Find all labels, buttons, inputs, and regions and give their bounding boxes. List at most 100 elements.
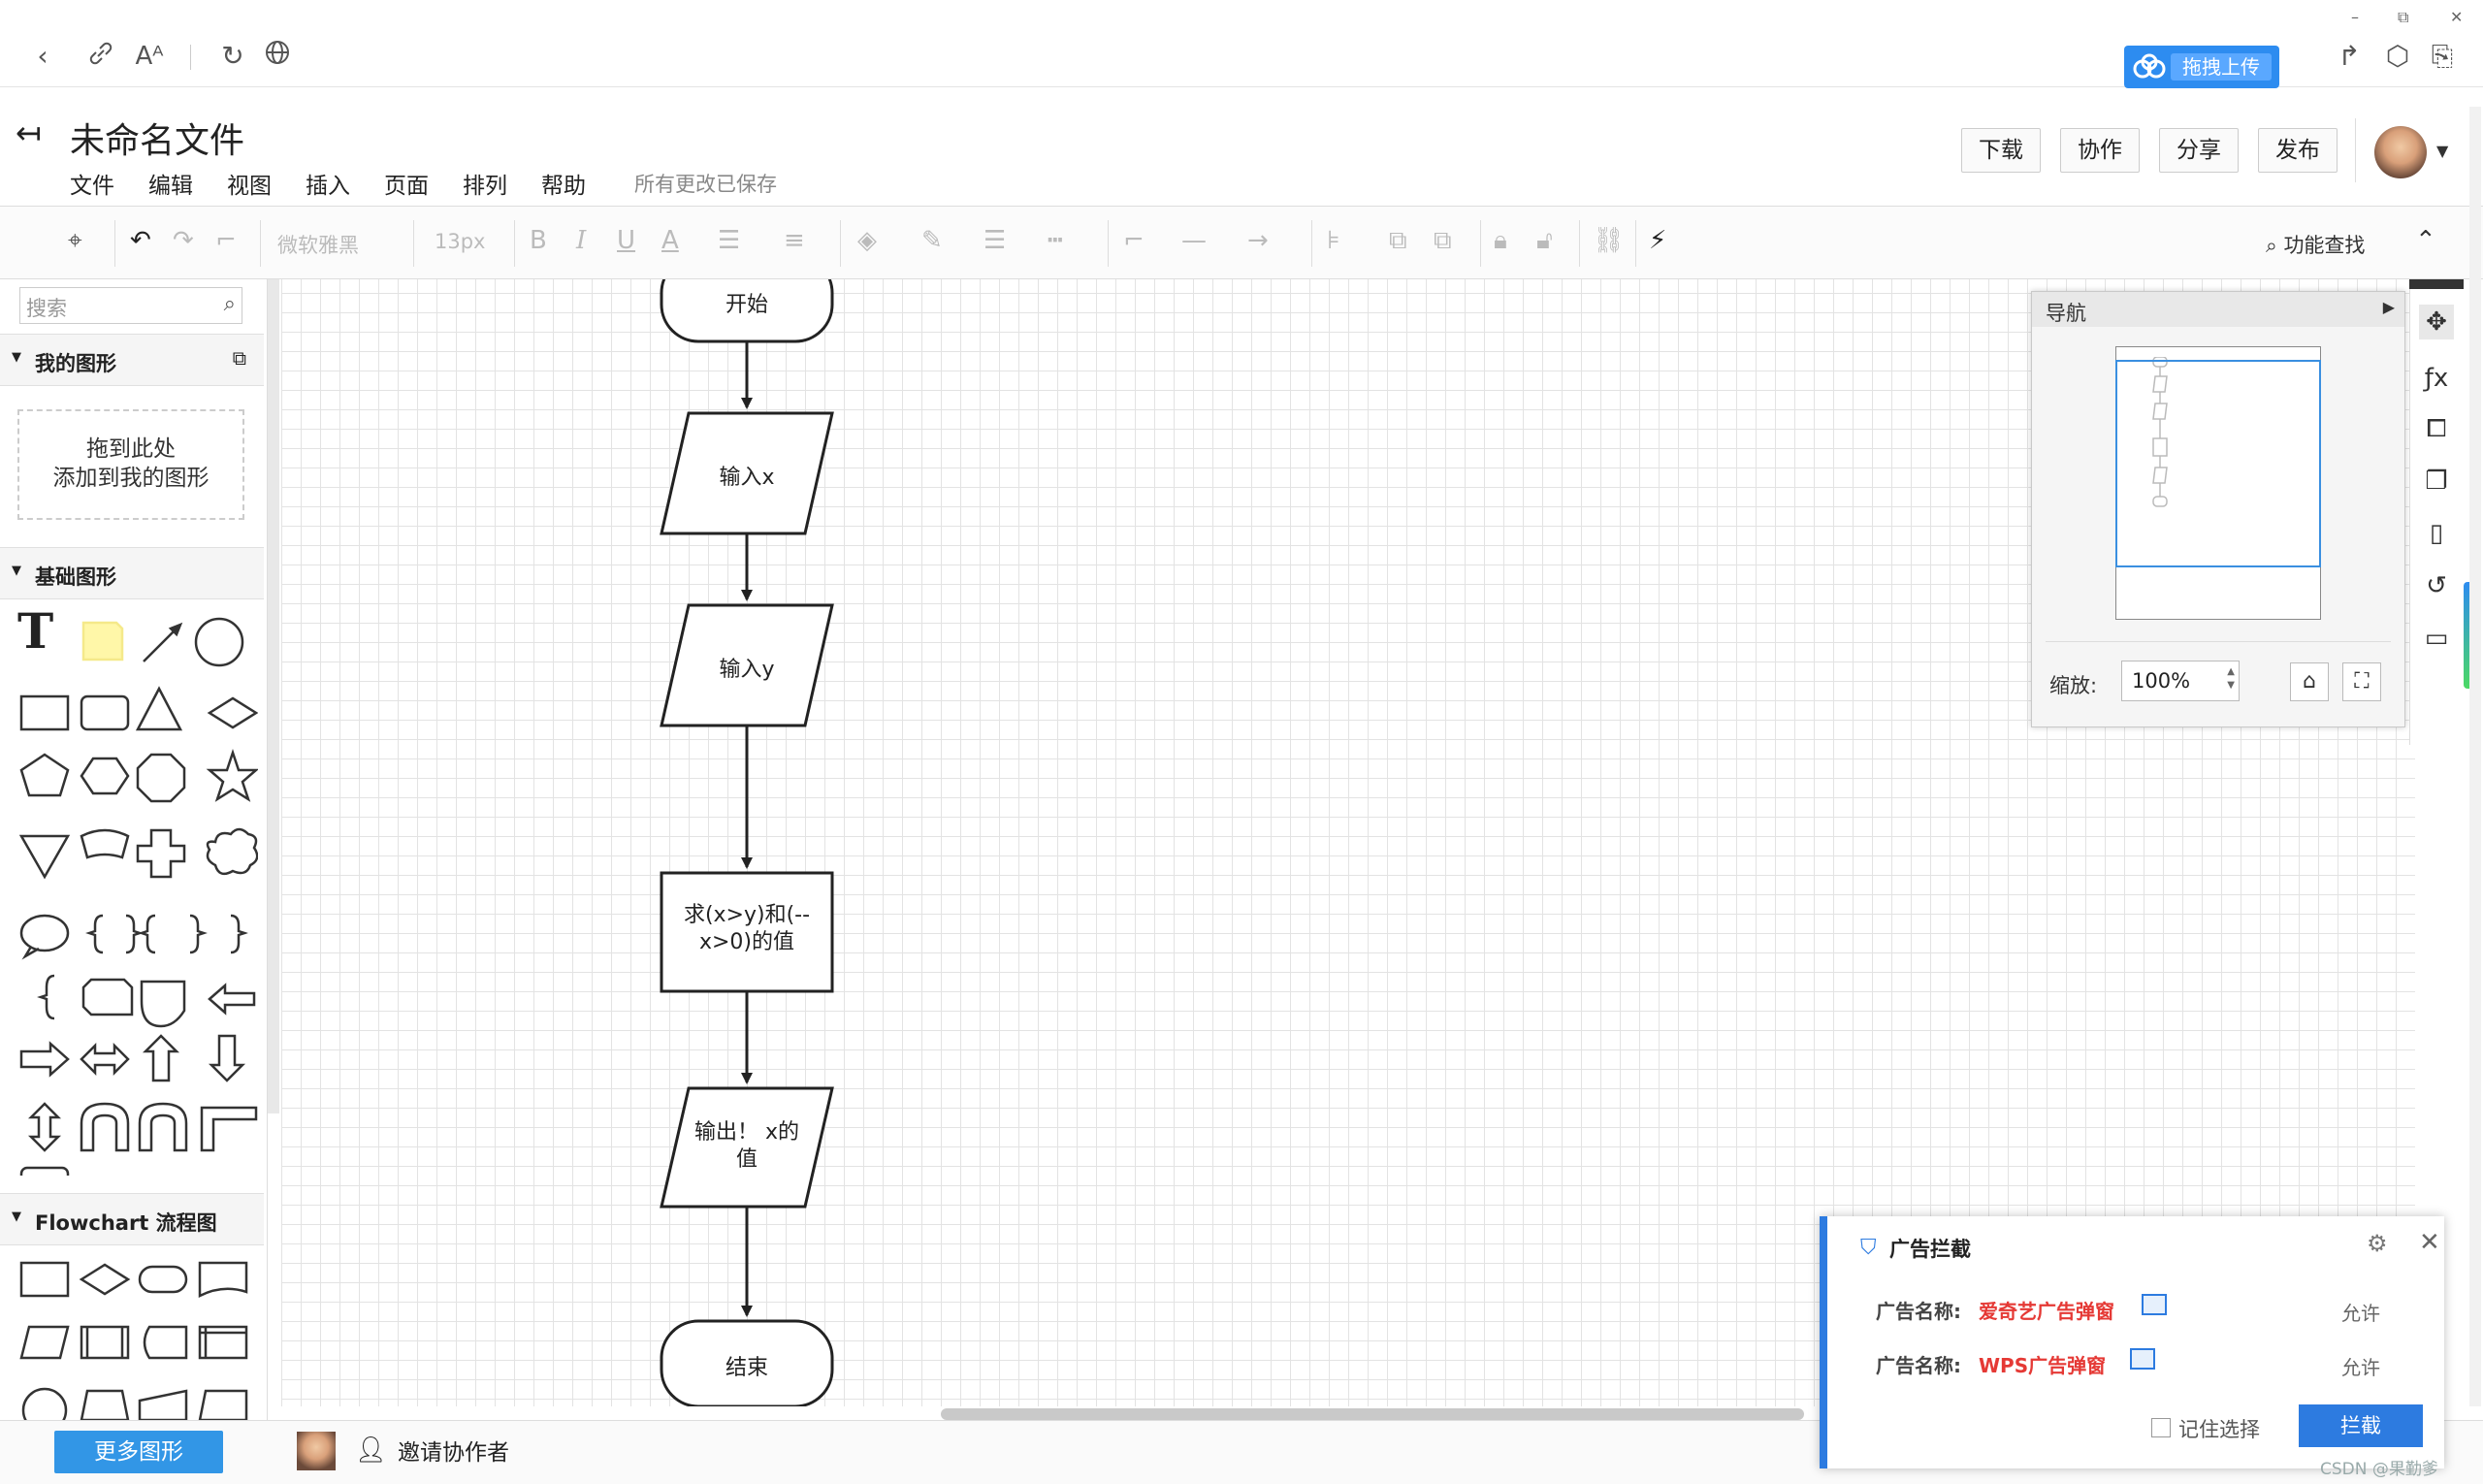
align-icon[interactable]: ☰: [718, 226, 740, 255]
user-avatar[interactable]: [2374, 126, 2427, 178]
my-shapes-dropzone[interactable]: 拖到此处 添加到我的图形: [17, 409, 244, 520]
invite-collaborators-button[interactable]: 邀请协作者: [398, 1434, 509, 1467]
presentation-icon[interactable]: ⌂: [2290, 662, 2329, 701]
page-icon[interactable]: ▯: [2419, 516, 2454, 551]
bring-front-icon[interactable]: ⧉: [1389, 226, 1407, 256]
line-color-icon[interactable]: ✎: [921, 226, 943, 255]
node-input-y-label: 输入y: [719, 658, 775, 682]
menu-view[interactable]: 视图: [227, 167, 272, 200]
collapse-arrow-icon[interactable]: ▶: [2383, 298, 2395, 316]
menu-insert[interactable]: 插入: [306, 167, 350, 200]
comment-icon[interactable]: ▭: [2419, 621, 2454, 656]
font-family-select[interactable]: 微软雅黑: [277, 230, 359, 259]
format-painter-icon[interactable]: ⌐: [215, 226, 237, 255]
fit-screen-icon[interactable]: ⛶: [2342, 662, 2381, 701]
page-vertical-scrollbar[interactable]: [2469, 107, 2481, 1406]
connector-icon[interactable]: ⌐: [1123, 226, 1145, 255]
allow-button[interactable]: 允许: [2341, 1298, 2380, 1326]
basic-shapes-grid[interactable]: T: [10, 603, 258, 1176]
image-icon[interactable]: [2142, 1294, 2167, 1315]
download-file-icon[interactable]: ⎘: [2425, 39, 2460, 74]
crop-icon[interactable]: ⧠: [2419, 411, 2454, 446]
ad-block-dialog: ⛉ 广告拦截 ⚙ ✕ 广告名称: 爱奇艺广告弹窗 允许 广告名称: WPS广告弹…: [1820, 1216, 2444, 1468]
fill-color-icon[interactable]: ◈: [857, 226, 877, 255]
lock-icon[interactable]: 🔒︎: [1494, 226, 1507, 256]
document-title[interactable]: 未命名文件: [70, 113, 244, 163]
history-icon[interactable]: ↺: [2419, 568, 2454, 603]
reader-mode-icon[interactable]: Aᴬ: [132, 39, 167, 74]
line-type-icon[interactable]: —: [1181, 226, 1207, 255]
add-user-icon[interactable]: 👤︎: [355, 1436, 387, 1465]
font-color-button[interactable]: A: [661, 226, 679, 255]
back-arrow-icon[interactable]: ↤: [16, 114, 42, 151]
gear-icon[interactable]: ⚙: [2367, 1230, 2388, 1257]
navigator-viewport[interactable]: [2115, 360, 2321, 567]
edit-icon[interactable]: ⧉: [233, 346, 246, 370]
menu-file[interactable]: 文件: [70, 167, 114, 200]
formula-icon[interactable]: ƒx: [2419, 361, 2454, 396]
menu-arrange[interactable]: 排列: [463, 167, 507, 200]
search-icon[interactable]: ⌕: [224, 292, 236, 316]
node-output-line1: 输出！ x的: [693, 1120, 799, 1145]
back-icon[interactable]: ‹: [25, 39, 60, 74]
divider: [840, 220, 841, 267]
line-style-icon[interactable]: ┅: [1048, 226, 1063, 255]
font-size-select[interactable]: 13px: [435, 230, 485, 253]
allow-button[interactable]: 允许: [2341, 1352, 2380, 1380]
section-my-shapes[interactable]: 我的图形 ⧉: [0, 334, 264, 386]
restore-button[interactable]: ⧉: [2398, 8, 2408, 27]
menu-edit[interactable]: 编辑: [148, 167, 193, 200]
block-ad-button[interactable]: 拦截: [2299, 1404, 2423, 1447]
chevron-down-icon[interactable]: ▼: [2436, 142, 2448, 160]
divider: [260, 220, 261, 267]
link-icon[interactable]: [83, 39, 118, 74]
underline-button[interactable]: U: [617, 226, 635, 255]
image-icon[interactable]: [2130, 1348, 2155, 1370]
send-back-icon[interactable]: ⧉: [1434, 226, 1452, 256]
share-button[interactable]: 分享: [2159, 128, 2239, 173]
share-arrow-icon[interactable]: ↱: [2332, 39, 2367, 74]
globe-icon[interactable]: [260, 39, 295, 74]
bold-button[interactable]: B: [530, 226, 547, 255]
minimize-button[interactable]: –: [2351, 8, 2359, 26]
close-window-button[interactable]: ✕: [2450, 8, 2463, 26]
undo-icon[interactable]: ↶: [130, 226, 151, 255]
pages-icon[interactable]: ❐: [2419, 464, 2454, 499]
collab-button[interactable]: 协作: [2060, 128, 2140, 173]
more-shapes-button[interactable]: 更多图形: [54, 1431, 223, 1473]
download-button[interactable]: 下载: [1961, 128, 2041, 173]
magic-wand-icon[interactable]: ⚡: [1649, 226, 1666, 255]
refresh-icon[interactable]: ↻: [215, 39, 250, 74]
italic-button[interactable]: I: [576, 226, 586, 255]
section-my-shapes-label: 我的图形: [35, 352, 116, 375]
feature-search-button[interactable]: ⌕ 功能查找: [2266, 230, 2365, 259]
zoom-input[interactable]: 100% ▲ ▼: [2121, 661, 2240, 701]
zoom-stepper-icon[interactable]: ▲ ▼: [2227, 665, 2235, 693]
canvas-horizontal-scrollbar[interactable]: [941, 1408, 1804, 1420]
remember-checkbox[interactable]: [2151, 1418, 2171, 1437]
cube-icon[interactable]: ⬡: [2380, 39, 2415, 74]
menu-page[interactable]: 页面: [384, 167, 429, 200]
line-width-icon[interactable]: ☰: [984, 226, 1006, 255]
node-input-x-label: 输入x: [719, 466, 775, 490]
publish-button[interactable]: 发布: [2258, 128, 2338, 173]
section-flowchart[interactable]: Flowchart 流程图: [0, 1193, 264, 1245]
menu-help[interactable]: 帮助: [541, 167, 586, 200]
collapse-toolbar-icon[interactable]: ⌃: [2415, 226, 2436, 255]
close-icon[interactable]: ✕: [2419, 1228, 2440, 1257]
drag-upload-button[interactable]: 拖拽上传: [2124, 46, 2279, 88]
collaborator-avatar[interactable]: [297, 1432, 336, 1470]
arrow-style-icon[interactable]: →: [1247, 226, 1269, 255]
redo-icon[interactable]: ↷: [173, 226, 194, 255]
align-left-icon[interactable]: ⊧: [1327, 226, 1340, 255]
menu-bar: 文件 编辑 视图 插入 页面 排列 帮助: [70, 167, 620, 200]
section-basic-shapes[interactable]: 基础图形: [0, 547, 264, 599]
flowchart-shapes-grid[interactable]: [10, 1255, 258, 1420]
navigator-icon[interactable]: ✥: [2419, 305, 2454, 339]
link-icon[interactable]: ⛓: [1593, 226, 1625, 255]
left-panel-scrollbar[interactable]: [268, 279, 279, 1113]
line-spacing-icon[interactable]: ≡: [784, 226, 805, 255]
unlock-icon[interactable]: 🔓︎: [1536, 226, 1553, 256]
shape-search-input[interactable]: 搜索 ⌕: [19, 287, 242, 324]
pointer-icon[interactable]: ⌖: [68, 226, 82, 256]
